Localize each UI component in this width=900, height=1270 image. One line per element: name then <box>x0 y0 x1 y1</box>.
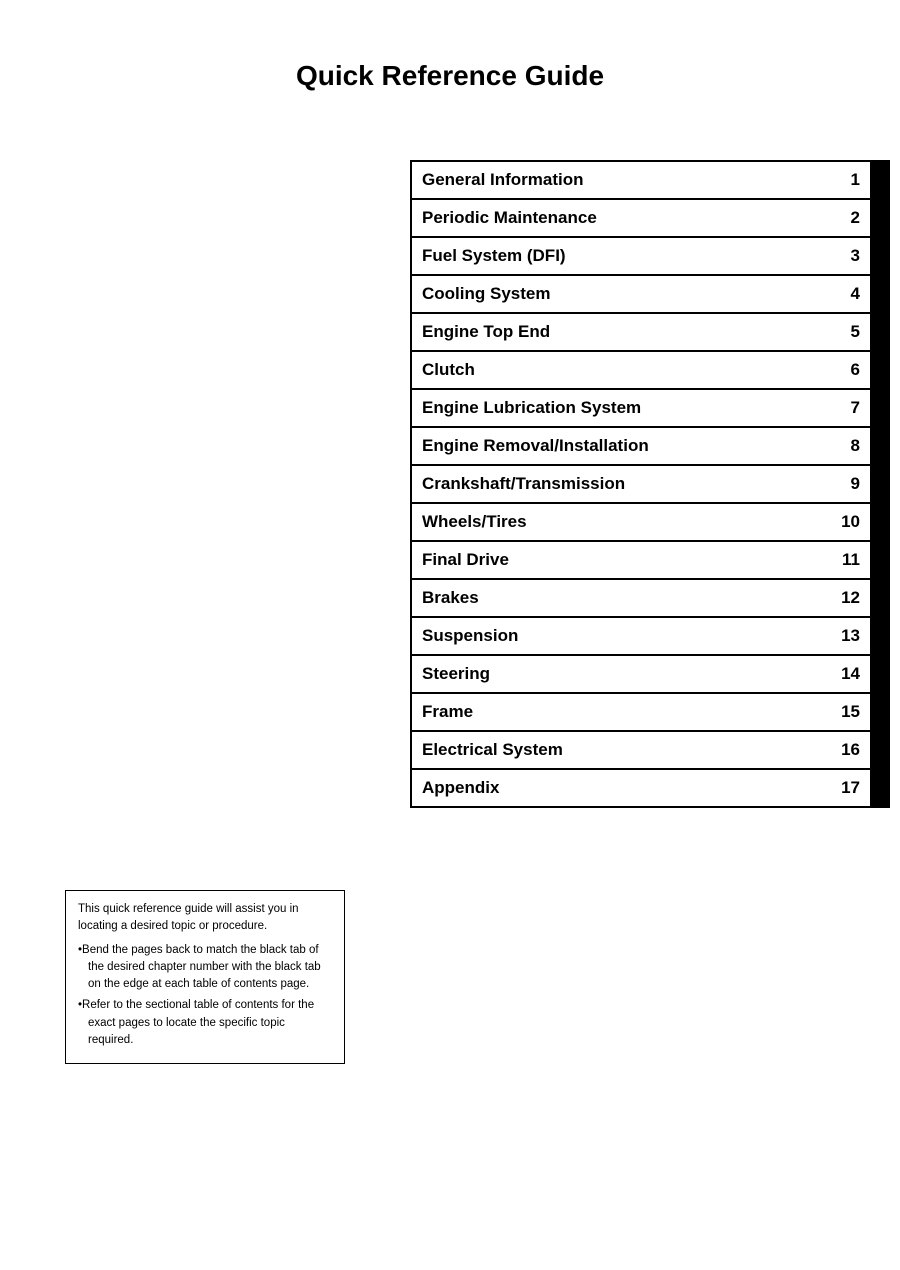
toc-number: 8 <box>830 428 870 464</box>
toc-tab <box>870 656 888 692</box>
toc-tab <box>870 694 888 730</box>
toc-number: 10 <box>830 504 870 540</box>
toc-number: 4 <box>830 276 870 312</box>
toc-row: Clutch6 <box>410 350 890 390</box>
toc-number: 7 <box>830 390 870 426</box>
toc-number: 16 <box>830 732 870 768</box>
toc-label: Engine Top End <box>412 314 830 350</box>
toc-label: Crankshaft/Transmission <box>412 466 830 502</box>
toc-label: Cooling System <box>412 276 830 312</box>
toc-number: 11 <box>830 542 870 578</box>
toc-label: Fuel System (DFI) <box>412 238 830 274</box>
toc-row: General Information1 <box>410 160 890 200</box>
toc-number: 14 <box>830 656 870 692</box>
toc-number: 17 <box>830 770 870 806</box>
toc-row: Appendix17 <box>410 768 890 808</box>
toc-row: Steering14 <box>410 654 890 694</box>
note-box: This quick reference guide will assist y… <box>65 890 345 1064</box>
toc-label: Electrical System <box>412 732 830 768</box>
toc-label: Engine Removal/Installation <box>412 428 830 464</box>
toc-tab <box>870 542 888 578</box>
toc-label: Brakes <box>412 580 830 616</box>
toc-tab <box>870 352 888 388</box>
toc-row: Periodic Maintenance2 <box>410 198 890 238</box>
toc-tab <box>870 770 888 806</box>
toc-number: 9 <box>830 466 870 502</box>
toc-number: 2 <box>830 200 870 236</box>
table-of-contents: General Information1Periodic Maintenance… <box>410 160 890 806</box>
toc-row: Engine Lubrication System7 <box>410 388 890 428</box>
toc-label: Engine Lubrication System <box>412 390 830 426</box>
toc-row: Fuel System (DFI)3 <box>410 236 890 276</box>
toc-row: Crankshaft/Transmission9 <box>410 464 890 504</box>
toc-row: Suspension13 <box>410 616 890 656</box>
page-title: Quick Reference Guide <box>0 0 900 132</box>
toc-row: Wheels/Tires10 <box>410 502 890 542</box>
toc-row: Engine Removal/Installation8 <box>410 426 890 466</box>
toc-tab <box>870 276 888 312</box>
toc-tab <box>870 200 888 236</box>
note-bullet-1: •Bend the pages back to match the black … <box>78 942 332 994</box>
toc-row: Engine Top End5 <box>410 312 890 352</box>
toc-label: General Information <box>412 162 830 198</box>
toc-label: Final Drive <box>412 542 830 578</box>
toc-label: Appendix <box>412 770 830 806</box>
toc-number: 15 <box>830 694 870 730</box>
note-bullet-2: •Refer to the sectional table of content… <box>78 997 332 1049</box>
toc-label: Steering <box>412 656 830 692</box>
toc-row: Electrical System16 <box>410 730 890 770</box>
toc-tab <box>870 162 888 198</box>
toc-tab <box>870 428 888 464</box>
toc-tab <box>870 390 888 426</box>
toc-label: Clutch <box>412 352 830 388</box>
toc-label: Suspension <box>412 618 830 654</box>
toc-tab <box>870 732 888 768</box>
toc-label: Wheels/Tires <box>412 504 830 540</box>
note-intro: This quick reference guide will assist y… <box>78 901 332 936</box>
toc-tab <box>870 466 888 502</box>
toc-tab <box>870 618 888 654</box>
toc-label: Periodic Maintenance <box>412 200 830 236</box>
toc-number: 13 <box>830 618 870 654</box>
toc-row: Final Drive11 <box>410 540 890 580</box>
toc-number: 12 <box>830 580 870 616</box>
toc-tab <box>870 504 888 540</box>
toc-number: 6 <box>830 352 870 388</box>
toc-label: Frame <box>412 694 830 730</box>
toc-tab <box>870 238 888 274</box>
toc-number: 5 <box>830 314 870 350</box>
toc-row: Frame15 <box>410 692 890 732</box>
toc-tab <box>870 580 888 616</box>
toc-tab <box>870 314 888 350</box>
toc-row: Brakes12 <box>410 578 890 618</box>
toc-row: Cooling System4 <box>410 274 890 314</box>
toc-number: 1 <box>830 162 870 198</box>
toc-number: 3 <box>830 238 870 274</box>
